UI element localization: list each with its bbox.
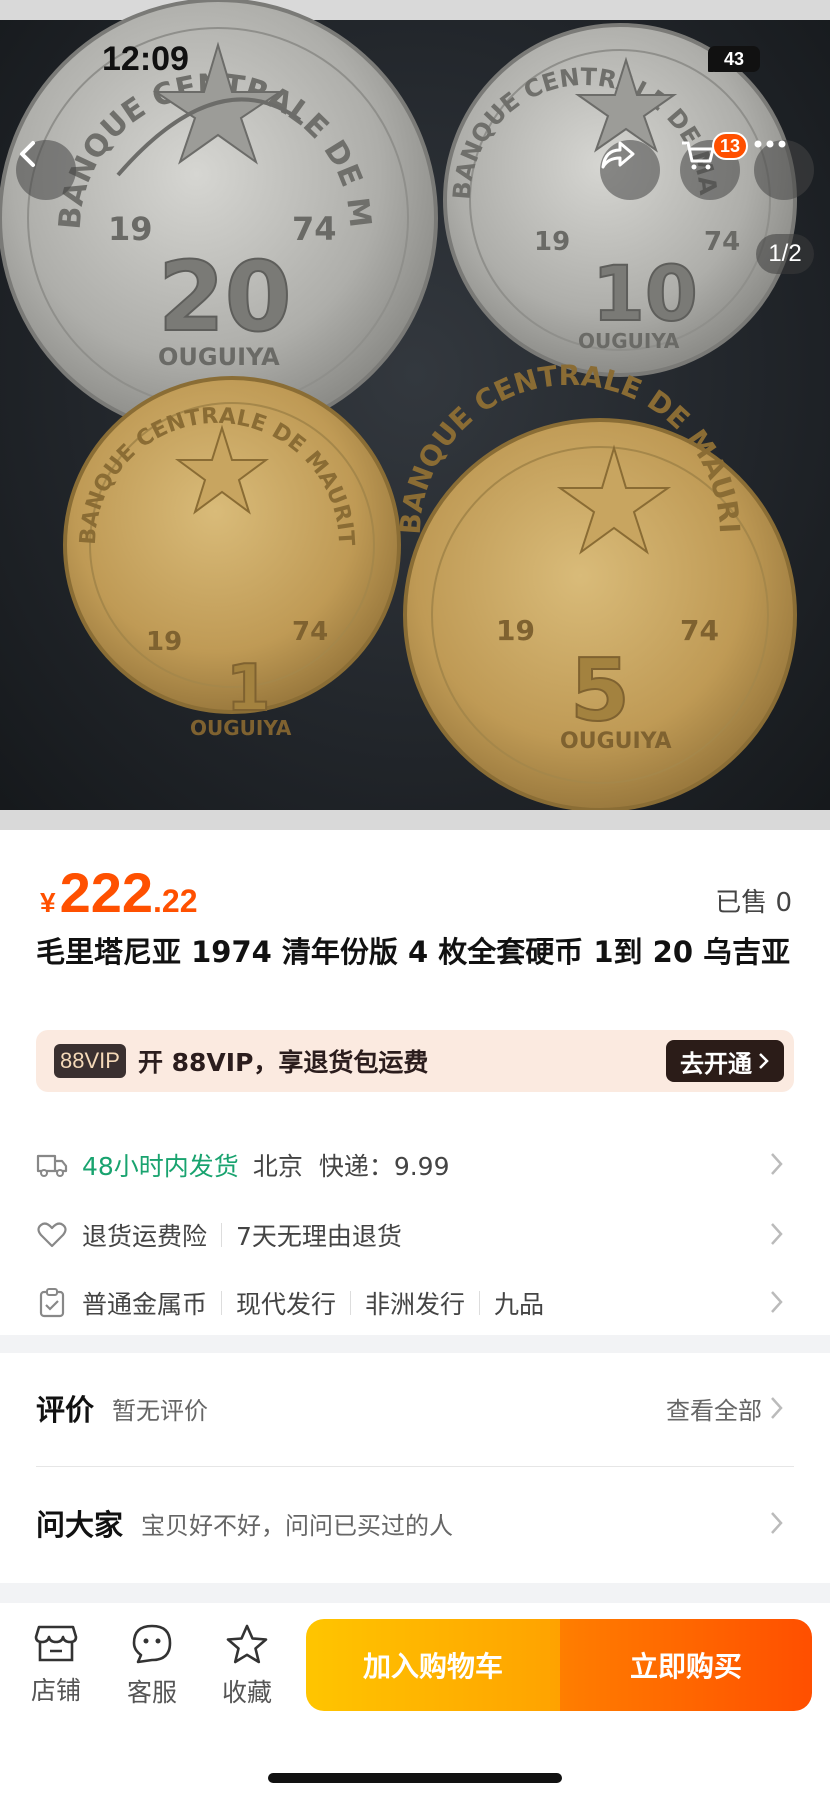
svg-text:5: 5 bbox=[570, 641, 630, 741]
reviews-view-all-label: 查看全部 bbox=[666, 1396, 762, 1425]
price-integer: 222 bbox=[59, 861, 154, 924]
vip-text: 开 88VIP，享退货包运费 bbox=[137, 1048, 429, 1077]
divider bbox=[36, 1466, 794, 1467]
store-icon bbox=[34, 1625, 78, 1662]
shipping-fee: 快递：9.99 bbox=[318, 1152, 450, 1181]
svg-text:74: 74 bbox=[680, 614, 719, 647]
section-divider bbox=[0, 1335, 830, 1353]
qa-title: 问大家 bbox=[36, 1508, 124, 1542]
vip-logo: 88VIP bbox=[54, 1044, 126, 1078]
attribute-item: 普通金属币 bbox=[82, 1290, 208, 1319]
reviews-view-all[interactable]: 查看全部 bbox=[666, 1391, 784, 1426]
section-divider bbox=[0, 1583, 830, 1603]
svg-text:20: 20 bbox=[158, 241, 292, 353]
vip-banner[interactable]: 88VIP 开 88VIP，享退货包运费 去开通 bbox=[36, 1030, 794, 1092]
clipboard-icon bbox=[36, 1287, 68, 1319]
chevron-right-icon bbox=[759, 1053, 769, 1069]
cart-count-badge: 13 bbox=[711, 132, 748, 160]
cart-icon bbox=[682, 141, 715, 170]
status-time: 12:09 bbox=[102, 40, 189, 78]
share-button[interactable] bbox=[600, 140, 660, 200]
attribute-item: 九品 bbox=[494, 1290, 545, 1319]
shipping-time: 48小时内发货 bbox=[82, 1152, 239, 1181]
svg-text:19: 19 bbox=[496, 614, 535, 647]
battery-level: 43 bbox=[723, 48, 745, 69]
svg-text:74: 74 bbox=[292, 617, 328, 647]
chevron-right-icon bbox=[771, 1397, 783, 1419]
favorite-tab-label: 收藏 bbox=[221, 1678, 272, 1707]
shop-tab-label: 店铺 bbox=[30, 1676, 81, 1705]
chat-face-icon bbox=[132, 1624, 172, 1664]
svg-text:74: 74 bbox=[292, 210, 337, 248]
cart-button[interactable]: 13 bbox=[680, 132, 748, 200]
service-item-return-insurance: 退货运费险 bbox=[82, 1222, 208, 1251]
product-info: ¥ 222 .22 已售 0 毛里塔尼亚 1974 清年份版 4 枚全套硬币 1… bbox=[0, 830, 830, 1335]
status-bar: 12:09 43 bbox=[0, 40, 830, 80]
sold-count: 已售 0 bbox=[715, 888, 792, 918]
add-to-cart-button[interactable]: 加入购物车 bbox=[306, 1619, 560, 1711]
svg-text:OUGUIYA: OUGUIYA bbox=[560, 729, 672, 754]
chevron-right-icon bbox=[771, 1512, 783, 1534]
qa-subtitle: 宝贝好不好，问问已买过的人 bbox=[141, 1511, 454, 1540]
attribute-item: 非洲发行 bbox=[365, 1290, 466, 1319]
buy-now-button[interactable]: 立即购买 bbox=[560, 1619, 812, 1711]
service-row[interactable]: 退货运费险 7天无理由退货 bbox=[36, 1210, 794, 1260]
svg-text:OUGUIYA: OUGUIYA bbox=[578, 329, 680, 353]
image-pager: 1/2 bbox=[756, 234, 814, 274]
gallery-bottom-band bbox=[0, 810, 830, 830]
attribute-item: 现代发行 bbox=[236, 1290, 337, 1319]
vip-activate-button[interactable]: 去开通 bbox=[666, 1040, 784, 1082]
shop-tab[interactable]: 店铺 bbox=[16, 1623, 96, 1707]
price-currency: ¥ bbox=[40, 887, 56, 918]
reviews-title: 评价 bbox=[36, 1393, 95, 1427]
divider bbox=[221, 1223, 223, 1247]
bottom-action-bar: 店铺 客服 收藏 加入购物车 立即购买 bbox=[0, 1603, 830, 1800]
svg-text:74: 74 bbox=[704, 227, 740, 257]
shipping-row[interactable]: 48小时内发货 北京 快递：9.99 bbox=[36, 1140, 794, 1190]
favorite-tab[interactable]: 收藏 bbox=[207, 1623, 287, 1709]
back-arrow-icon bbox=[20, 141, 35, 167]
attributes-row[interactable]: 普通金属币 现代发行 非洲发行 九品 bbox=[36, 1278, 794, 1328]
qa-row[interactable]: 问大家 宝贝好不好，问问已买过的人 bbox=[36, 1488, 794, 1558]
svg-text:1: 1 bbox=[226, 652, 271, 726]
svg-text:19: 19 bbox=[146, 627, 182, 657]
battery-icon: 43 bbox=[708, 46, 760, 72]
divider bbox=[221, 1291, 223, 1315]
customer-service-tab-label: 客服 bbox=[126, 1678, 177, 1707]
home-indicator[interactable] bbox=[268, 1773, 562, 1783]
shipping-origin: 北京 bbox=[252, 1152, 303, 1181]
reviews-row[interactable]: 评价 暂无评价 查看全部 bbox=[36, 1373, 794, 1443]
back-button[interactable] bbox=[16, 140, 76, 200]
star-icon bbox=[226, 1624, 268, 1664]
reviews-section: 评价 暂无评价 查看全部 问大家 宝贝好不好，问问已买过的人 bbox=[0, 1353, 830, 1583]
more-dots-icon bbox=[754, 140, 786, 148]
divider bbox=[350, 1291, 352, 1315]
divider bbox=[479, 1291, 481, 1315]
chevron-right-icon bbox=[771, 1291, 783, 1313]
svg-text:19: 19 bbox=[108, 210, 153, 248]
share-icon bbox=[601, 141, 635, 169]
svg-text:19: 19 bbox=[534, 227, 570, 257]
service-item-7-day-return: 7天无理由退货 bbox=[236, 1222, 402, 1251]
more-button[interactable] bbox=[754, 140, 814, 200]
product-image-gallery[interactable]: BANQUE CENTRALE DE MAURITANIE 19 74 20 O… bbox=[0, 0, 830, 830]
customer-service-tab[interactable]: 客服 bbox=[112, 1623, 192, 1709]
reviews-subtitle: 暂无评价 bbox=[112, 1396, 209, 1425]
heart-shield-icon bbox=[36, 1219, 68, 1251]
vip-activate-label: 去开通 bbox=[680, 1049, 752, 1078]
chevron-right-icon bbox=[771, 1153, 783, 1175]
coins-photo: BANQUE CENTRALE DE MAURITANIE 19 74 20 O… bbox=[0, 0, 797, 812]
svg-text:10: 10 bbox=[592, 249, 698, 338]
truck-icon bbox=[36, 1149, 68, 1181]
chevron-right-icon bbox=[771, 1223, 783, 1245]
product-title: 毛里塔尼亚 1974 清年份版 4 枚全套硬币 1到 20 乌吉亚 bbox=[36, 935, 791, 969]
svg-text:OUGUIYA: OUGUIYA bbox=[158, 343, 280, 371]
svg-text:OUGUIYA: OUGUIYA bbox=[190, 716, 292, 740]
price-decimal: .22 bbox=[153, 883, 198, 919]
price: ¥ 222 .22 bbox=[40, 860, 198, 925]
